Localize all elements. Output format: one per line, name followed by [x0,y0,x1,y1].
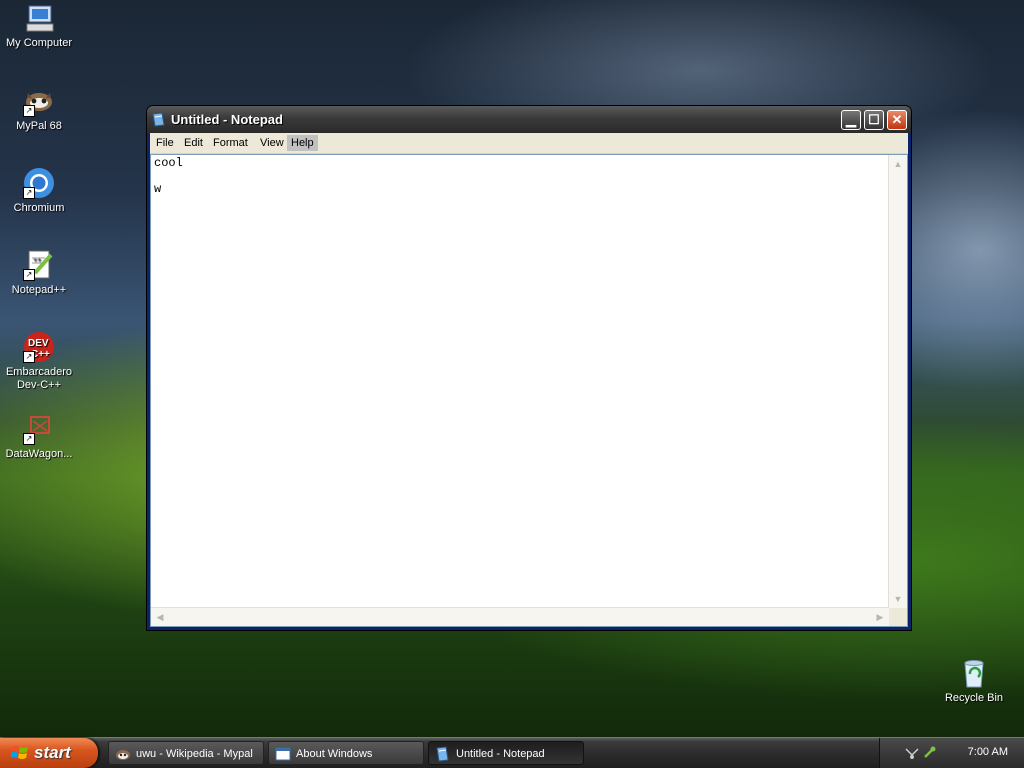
desktop-icon-datawagon[interactable]: ↗ DataWagon... [0,413,78,461]
desktop-icon-devcpp[interactable]: DEV C++ ↗ Embarcadero Dev-C++ [0,331,78,392]
taskbar-task-notepad[interactable]: Untitled - Notepad [428,741,584,765]
mypal-icon [115,746,131,762]
maximize-icon: ☐ [868,112,880,127]
vertical-scrollbar[interactable]: ▲ ▼ [888,155,907,608]
menu-view[interactable]: View [256,135,288,151]
desktop-icon-label: Chromium [13,202,65,214]
start-label: start [34,743,71,762]
menu-edit[interactable]: Edit [180,135,207,151]
editor-text[interactable]: cool w [154,157,887,606]
my-computer-icon [23,2,55,34]
scroll-right-icon[interactable]: ▶ [872,609,888,625]
text-editor[interactable]: cool w ▲ ▼ ◀ ▶ [150,154,908,627]
minimize-button[interactable]: ▁ [841,110,861,130]
notepad-icon [152,112,165,127]
desktop-icon-label: Recycle Bin [944,692,1004,704]
close-button[interactable]: ✕ [887,110,907,130]
scroll-left-icon[interactable]: ◀ [152,609,168,625]
menu-help[interactable]: Help [287,135,318,151]
safely-remove-icon[interactable] [922,745,938,761]
taskbar: start uwu - Wikipedia - Mypal About Wind… [0,737,1024,768]
desktop-icon-chromium[interactable]: ↗ Chromium [0,167,78,215]
shortcut-arrow-icon: ↗ [23,351,35,363]
title-bar[interactable]: Untitled - Notepad ▁ ☐ ✕ [147,106,911,133]
notepad-plus-plus-icon: ++ ↗ [23,249,55,281]
scroll-up-icon[interactable]: ▲ [890,156,906,172]
datawagon-icon: ↗ [23,413,55,445]
task-label: Untitled - Notepad [456,748,545,760]
window-client: File Edit Format View Help cool w ▲ ▼ ◀ … [150,133,908,627]
shortcut-arrow-icon: ↗ [23,433,35,445]
devcpp-icon: DEV C++ ↗ [23,331,55,363]
recycle-bin-icon [958,657,990,689]
windows-logo-icon [10,744,29,762]
svg-text:DEV: DEV [28,338,49,349]
scrollbar-corner [889,608,907,626]
menu-format[interactable]: Format [209,135,252,151]
taskbar-task-mypal[interactable]: uwu - Wikipedia - Mypal [108,741,264,765]
horizontal-scrollbar[interactable]: ◀ ▶ [151,607,889,626]
shortcut-arrow-icon: ↗ [23,105,35,117]
desktop-icon-label: Notepad++ [11,284,67,296]
desktop-icon-mypal[interactable]: ↗ MyPal 68 [0,85,78,133]
desktop-icon-label: DataWagon... [5,448,73,460]
desktop-icon-my-computer[interactable]: My Computer [0,2,78,50]
clock[interactable]: 7:00 AM [968,746,1008,758]
notepad-icon [435,746,451,762]
chromium-icon: ↗ [23,167,55,199]
menu-file[interactable]: File [152,135,178,151]
desktop-icon-label: MyPal 68 [16,120,62,132]
close-icon: ✕ [891,112,903,127]
desktop-icon-label: Embarcadero Dev-C++ [5,366,73,391]
network-icon[interactable] [904,745,920,761]
desktop-icon-label: My Computer [5,37,73,49]
menu-bar: File Edit Format View Help [150,133,908,154]
minimize-icon: ▁ [846,112,856,127]
taskbar-task-about-windows[interactable]: About Windows [268,741,424,765]
task-label: About Windows [296,748,373,760]
window-icon [275,746,291,762]
svg-text:++: ++ [33,257,41,264]
desktop-icon-recycle-bin[interactable]: Recycle Bin [935,657,1013,705]
desktop-icon-notepad-plus-plus[interactable]: ++ ↗ Notepad++ [0,249,78,297]
start-button[interactable]: start [0,738,98,768]
mypal-icon: ↗ [23,85,55,117]
notepad-window[interactable]: Untitled - Notepad ▁ ☐ ✕ File Edit Forma… [146,105,912,631]
maximize-button[interactable]: ☐ [864,110,884,130]
system-tray: 7:00 AM [879,738,1024,768]
shortcut-arrow-icon: ↗ [23,187,35,199]
shortcut-arrow-icon: ↗ [23,269,35,281]
task-label: uwu - Wikipedia - Mypal [136,748,253,760]
window-title: Untitled - Notepad [171,112,283,127]
scroll-down-icon[interactable]: ▼ [890,591,906,607]
